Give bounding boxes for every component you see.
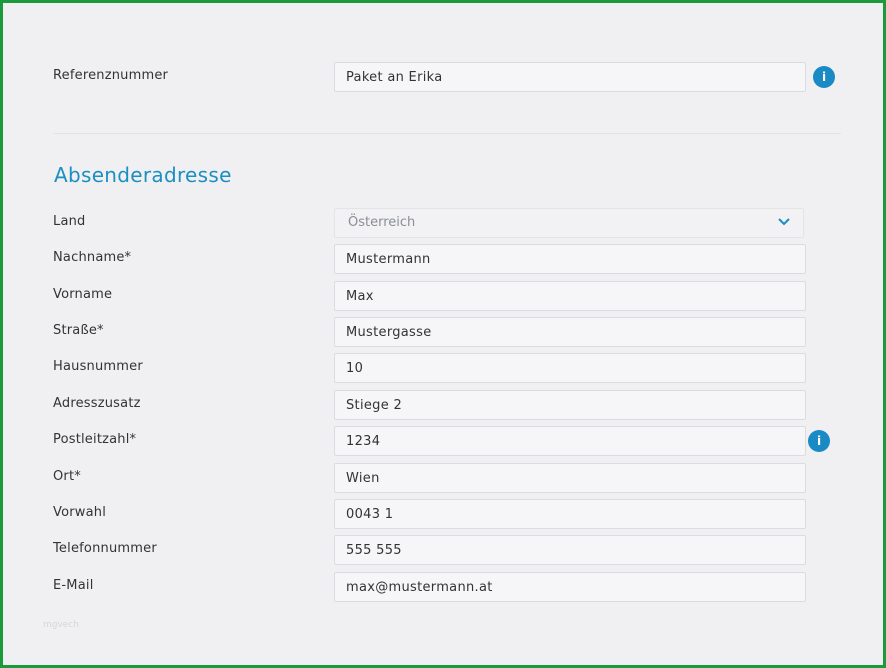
country-label: Land: [53, 214, 86, 229]
firstname-row: Vorname: [51, 281, 841, 311]
postcode-input[interactable]: [334, 426, 806, 456]
addition-row: Adresszusatz: [51, 390, 841, 420]
housenumber-row: Hausnummer: [51, 353, 841, 383]
lastname-row: Nachname*: [51, 244, 841, 274]
reference-label: Referenznummer: [53, 68, 169, 83]
postcode-label: Postleitzahl*: [53, 432, 137, 447]
postcode-row: Postleitzahl*: [51, 426, 841, 456]
watermark: mgvech: [43, 620, 79, 630]
street-input[interactable]: [334, 317, 806, 347]
email-label: E-Mail: [53, 578, 94, 593]
reference-input[interactable]: [334, 62, 806, 92]
street-row: Straße*: [51, 317, 841, 347]
email-input[interactable]: [334, 572, 806, 602]
email-row: E-Mail: [51, 572, 841, 602]
firstname-input[interactable]: [334, 281, 806, 311]
section-title: Absenderadresse: [54, 163, 232, 187]
housenumber-input[interactable]: [334, 353, 806, 383]
reference-info-icon[interactable]: i: [813, 66, 835, 88]
areacode-input[interactable]: [334, 499, 806, 529]
areacode-row: Vorwahl: [51, 499, 841, 529]
areacode-label: Vorwahl: [53, 505, 107, 520]
city-input[interactable]: [334, 463, 806, 493]
addition-label: Adresszusatz: [53, 396, 141, 411]
city-row: Ort*: [51, 463, 841, 493]
form-panel: Referenznummer i Absenderadresse Land Ös…: [0, 0, 886, 668]
country-select[interactable]: Österreich: [334, 208, 804, 238]
housenumber-label: Hausnummer: [53, 359, 143, 374]
section-divider: [53, 133, 841, 134]
phone-input[interactable]: [334, 535, 806, 565]
postcode-info-icon[interactable]: i: [808, 430, 830, 452]
addition-input[interactable]: [334, 390, 806, 420]
phone-row: Telefonnummer: [51, 535, 841, 565]
reference-row: Referenznummer: [51, 62, 841, 92]
firstname-label: Vorname: [53, 287, 113, 302]
country-row: Land Österreich: [51, 208, 841, 238]
city-label: Ort*: [53, 469, 81, 484]
lastname-label: Nachname*: [53, 250, 132, 265]
country-value: Österreich: [348, 215, 416, 230]
phone-label: Telefonnummer: [53, 541, 157, 556]
chevron-down-icon: [778, 218, 790, 226]
street-label: Straße*: [53, 323, 104, 338]
lastname-input[interactable]: [334, 244, 806, 274]
